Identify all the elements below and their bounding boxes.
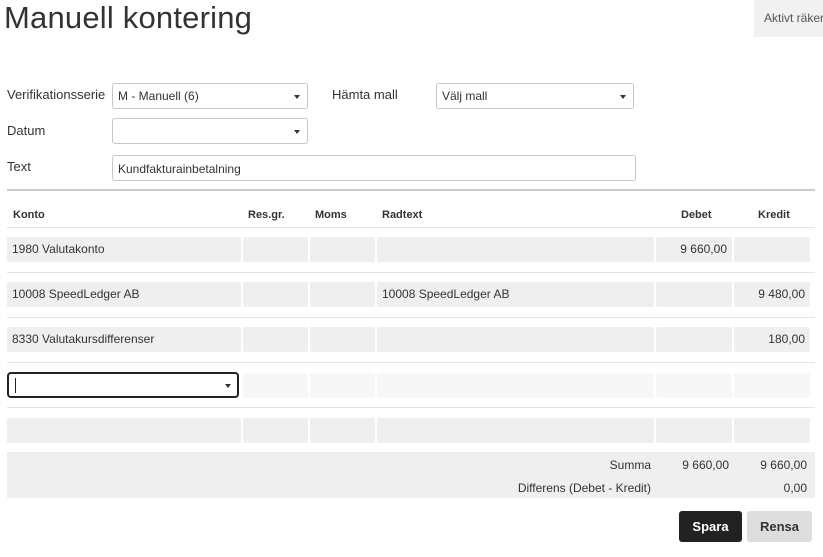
row-3-moms[interactable] [310, 327, 375, 352]
sum-kredit: 9 660,00 [760, 458, 807, 472]
series-label: Verifikationsserie [7, 87, 106, 102]
col-header-debet: Debet [681, 209, 712, 221]
row-2-debet[interactable] [656, 282, 732, 307]
series-select-value: M - Manuell (6) [118, 89, 199, 103]
sum-label: Summa [609, 458, 651, 472]
row-3-radtext[interactable] [377, 327, 654, 352]
row-5-radtext[interactable] [377, 418, 654, 443]
col-header-kredit: Kredit [758, 209, 790, 221]
chevron-down-icon [294, 130, 300, 134]
row-2-radtext[interactable]: 10008 SpeedLedger AB [377, 282, 654, 307]
row-2-kredit[interactable]: 9 480,00 [734, 282, 810, 307]
row-3-resgr[interactable] [243, 327, 308, 352]
row-1-kredit[interactable] [734, 237, 810, 262]
template-label: Hämta mall [332, 87, 398, 102]
col-header-moms: Moms [315, 209, 347, 221]
series-select[interactable]: M - Manuell (6) [112, 83, 308, 109]
divider [7, 189, 815, 191]
row-4-debet[interactable] [656, 373, 732, 398]
konto-select-active[interactable] [7, 372, 239, 398]
row-5-kredit[interactable] [734, 418, 810, 443]
row-divider [7, 407, 815, 408]
date-label: Datum [7, 123, 46, 138]
row-1-debet[interactable]: 9 660,00 [656, 237, 732, 262]
row-5-debet[interactable] [656, 418, 732, 443]
row-1-resgr[interactable] [243, 237, 308, 262]
row-5-konto[interactable] [7, 418, 241, 443]
col-header-konto: Konto [13, 209, 45, 221]
row-2-konto[interactable]: 10008 SpeedLedger AB [7, 282, 241, 307]
page-title: Manuell kontering [4, 0, 253, 35]
row-3-kredit[interactable]: 180,00 [734, 327, 810, 352]
row-1-moms[interactable] [310, 237, 375, 262]
row-4-moms[interactable] [310, 373, 375, 398]
diff-value: 0,00 [783, 481, 807, 495]
chevron-down-icon [294, 95, 300, 99]
row-1-konto[interactable]: 1980 Valutakonto [7, 237, 241, 262]
row-1-radtext[interactable] [377, 237, 654, 262]
row-divider [7, 362, 815, 363]
save-button[interactable]: Spara [679, 511, 742, 542]
template-select[interactable]: Välj mall [436, 83, 634, 109]
text-input[interactable]: Kundfakturainbetalning [112, 155, 636, 181]
template-select-value: Välj mall [442, 89, 488, 103]
row-5-moms[interactable] [310, 418, 375, 443]
text-label: Text [7, 159, 31, 174]
row-divider [7, 227, 815, 228]
sum-debet: 9 660,00 [682, 458, 729, 472]
row-2-resgr[interactable] [243, 282, 308, 307]
row-4-kredit[interactable] [734, 373, 810, 398]
col-header-radtext: Radtext [382, 209, 423, 221]
date-select[interactable] [112, 118, 308, 144]
row-2-moms[interactable] [310, 282, 375, 307]
row-divider [7, 317, 815, 318]
row-4-resgr[interactable] [243, 373, 308, 398]
row-4-radtext[interactable] [377, 373, 654, 398]
row-5-resgr[interactable] [243, 418, 308, 443]
clear-button[interactable]: Rensa [747, 511, 812, 542]
chevron-down-icon [225, 384, 231, 388]
row-divider [7, 272, 815, 273]
row-3-konto[interactable]: 8330 Valutakursdifferenser [7, 327, 241, 352]
active-fiscal-year-button[interactable]: Aktivt räkenskapsår [754, 0, 823, 37]
diff-label: Differens (Debet - Kredit) [517, 481, 651, 495]
col-header-resgr: Res.gr. [248, 209, 285, 221]
chevron-down-icon [620, 95, 626, 99]
text-cursor [15, 378, 16, 393]
row-3-debet[interactable] [656, 327, 732, 352]
